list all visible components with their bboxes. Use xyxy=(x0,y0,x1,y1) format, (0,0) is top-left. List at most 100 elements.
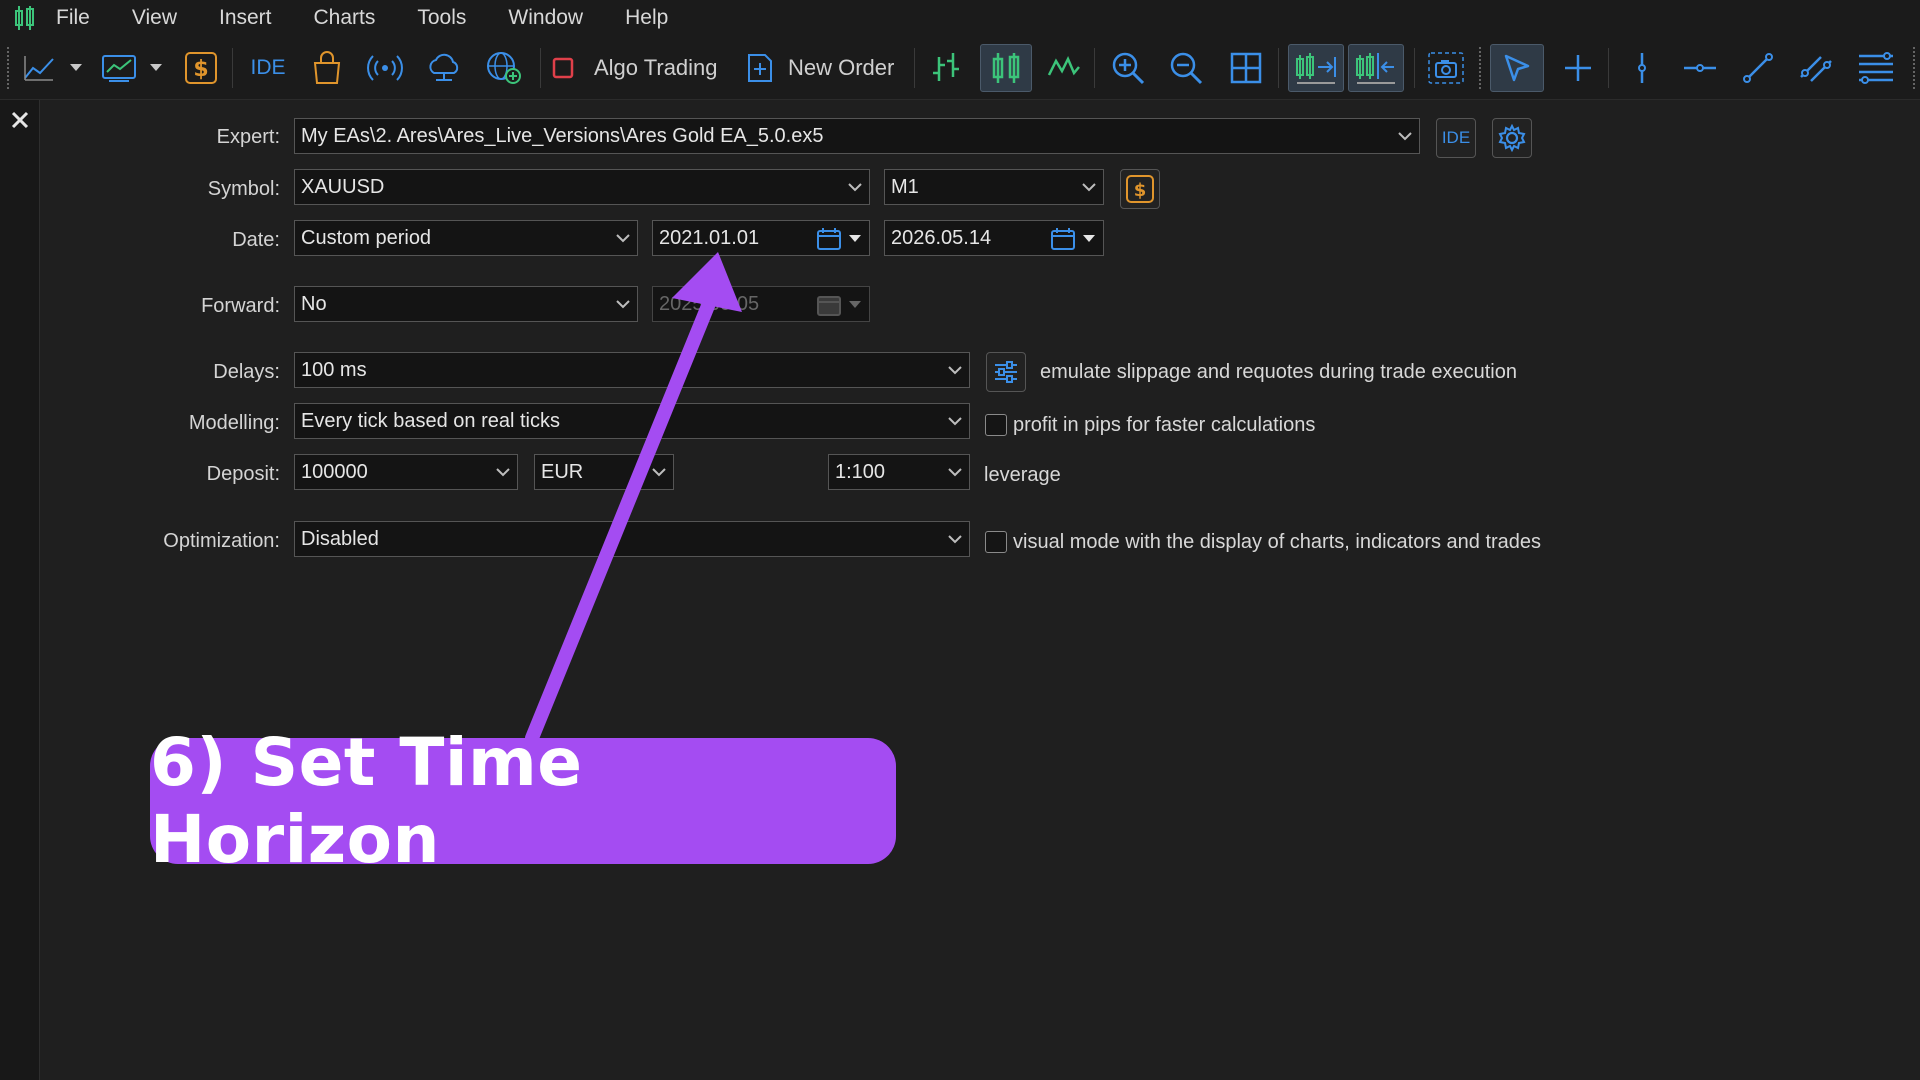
date-to-picker[interactable]: 2026.05.14 xyxy=(884,220,1104,256)
symbol-label: Symbol: xyxy=(207,178,280,200)
visual-mode-label: visual mode with the display of charts, … xyxy=(1013,531,1542,553)
menu-help[interactable]: Help xyxy=(604,0,689,36)
profit-in-pips-checkbox[interactable] xyxy=(985,414,1007,436)
chevron-down-icon[interactable] xyxy=(148,44,164,92)
forward-label: Forward: xyxy=(201,295,280,317)
leverage-value: 1:100 xyxy=(835,461,886,483)
annotation-label: 6) Set Time Horizon xyxy=(150,724,896,878)
algo-trading-label: Algo Trading xyxy=(594,55,718,80)
candlestick-chart-icon[interactable] xyxy=(980,44,1032,92)
date-mode-select[interactable]: Custom period xyxy=(294,220,638,256)
date-label: Date: xyxy=(232,229,280,251)
tile-windows-icon[interactable] xyxy=(1226,44,1266,92)
deposit-currency-value: EUR xyxy=(541,461,584,483)
delays-value: 100 ms xyxy=(301,359,367,381)
chevron-down-icon xyxy=(496,468,510,477)
zoom-in-icon[interactable] xyxy=(1108,44,1148,92)
fibonacci-icon[interactable] xyxy=(1854,44,1898,92)
chevron-down-icon[interactable] xyxy=(1081,231,1097,245)
menu-insert[interactable]: Insert xyxy=(198,0,293,36)
svg-text:$: $ xyxy=(1134,180,1147,201)
bar-chart-icon[interactable] xyxy=(926,44,966,92)
leverage-label: leverage xyxy=(984,464,1061,486)
profiles-icon[interactable] xyxy=(100,44,140,92)
zoom-out-icon[interactable] xyxy=(1166,44,1206,92)
calendar-icon[interactable] xyxy=(817,228,841,250)
trendline-icon[interactable] xyxy=(1738,44,1778,92)
date-mode-value: Custom period xyxy=(301,227,432,249)
menu-charts[interactable]: Charts xyxy=(293,0,397,36)
modelling-value: Every tick based on real ticks xyxy=(301,410,560,432)
date-from-value: 2021.01.01 xyxy=(659,227,760,249)
web-add-icon[interactable] xyxy=(482,44,526,92)
expert-select[interactable]: My EAs\2. Ares\Ares_Live_Versions\Ares G… xyxy=(294,118,1420,154)
new-order-button[interactable]: New Order xyxy=(746,44,906,92)
optimization-select[interactable]: Disabled xyxy=(294,521,970,557)
delays-select[interactable]: 100 ms xyxy=(294,352,970,388)
forward-value: No xyxy=(301,293,327,315)
horizontal-line-icon[interactable] xyxy=(1680,44,1720,92)
timeframe-select[interactable]: M1 xyxy=(884,169,1104,205)
delays-note: emulate slippage and requotes during tra… xyxy=(1040,361,1517,383)
expert-ide-button[interactable]: IDE xyxy=(1436,118,1476,158)
menu-bar: File View Insert Charts Tools Window Hel… xyxy=(0,0,1920,36)
auto-scroll-icon[interactable] xyxy=(1288,44,1344,92)
chevron-down-icon xyxy=(948,417,962,426)
chevron-down-icon[interactable] xyxy=(847,231,863,245)
delays-settings-button[interactable] xyxy=(986,352,1026,392)
chevron-down-icon xyxy=(616,300,630,309)
date-to-value: 2026.05.14 xyxy=(891,227,992,249)
vertical-line-icon[interactable] xyxy=(1622,44,1662,92)
menu-tools[interactable]: Tools xyxy=(396,0,487,36)
crosshair-icon[interactable] xyxy=(1558,44,1598,92)
line-chart-icon[interactable] xyxy=(1044,44,1084,92)
new-chart-icon[interactable] xyxy=(22,44,56,92)
dollar-icon: $ xyxy=(1126,175,1154,203)
market-dollar-icon[interactable]: $ xyxy=(182,44,220,92)
toolbar-grip[interactable] xyxy=(6,46,10,90)
ide-button[interactable]: IDE xyxy=(246,44,290,92)
deposit-amount-select[interactable]: 100000 xyxy=(294,454,518,490)
equidistant-channel-icon[interactable] xyxy=(1796,44,1836,92)
chevron-down-icon xyxy=(849,301,861,308)
calendar-icon[interactable] xyxy=(1051,228,1075,250)
expert-value: My EAs\2. Ares\Ares_Live_Versions\Ares G… xyxy=(301,125,824,147)
vps-cloud-icon[interactable] xyxy=(422,44,466,92)
app-logo-icon xyxy=(8,0,42,36)
expert-settings-button[interactable] xyxy=(1492,118,1532,158)
calendar-icon xyxy=(817,296,841,316)
chevron-down-icon xyxy=(848,183,862,192)
screenshot-icon[interactable] xyxy=(1424,44,1468,92)
chevron-down-icon xyxy=(1398,132,1412,141)
deposit-currency-select[interactable]: EUR xyxy=(534,454,674,490)
deposit-label: Deposit: xyxy=(206,463,280,485)
chevron-down-icon xyxy=(948,366,962,375)
deposit-amount-value: 100000 xyxy=(301,461,368,483)
chevron-down-icon xyxy=(948,535,962,544)
leverage-select[interactable]: 1:100 xyxy=(828,454,970,490)
visual-mode-checkbox[interactable] xyxy=(985,531,1007,553)
date-from-picker[interactable]: 2021.01.01 xyxy=(652,220,870,256)
modelling-select[interactable]: Every tick based on real ticks xyxy=(294,403,970,439)
close-icon[interactable] xyxy=(8,108,32,132)
chart-shift-icon[interactable] xyxy=(1348,44,1404,92)
chevron-down-icon[interactable] xyxy=(68,44,84,92)
symbol-specification-button[interactable]: $ xyxy=(1120,169,1160,209)
sliders-icon xyxy=(995,361,1017,383)
forward-date-picker: 2025.09.05 xyxy=(652,286,870,322)
menu-view[interactable]: View xyxy=(111,0,198,36)
symbol-value: XAUUSD xyxy=(301,176,385,198)
menu-window[interactable]: Window xyxy=(487,0,604,36)
algo-trading-button[interactable]: Algo Trading xyxy=(552,44,732,92)
chevron-down-icon xyxy=(652,468,666,477)
modelling-label: Modelling: xyxy=(188,412,280,434)
signals-icon[interactable] xyxy=(364,44,406,92)
forward-select[interactable]: No xyxy=(294,286,638,322)
expert-label: Expert: xyxy=(216,126,280,148)
market-bag-icon[interactable] xyxy=(308,44,346,92)
new-order-icon xyxy=(748,54,772,82)
chevron-down-icon xyxy=(948,468,962,477)
cursor-arrow-icon[interactable] xyxy=(1490,44,1544,92)
menu-file[interactable]: File xyxy=(42,0,111,36)
symbol-select[interactable]: XAUUSD xyxy=(294,169,870,205)
